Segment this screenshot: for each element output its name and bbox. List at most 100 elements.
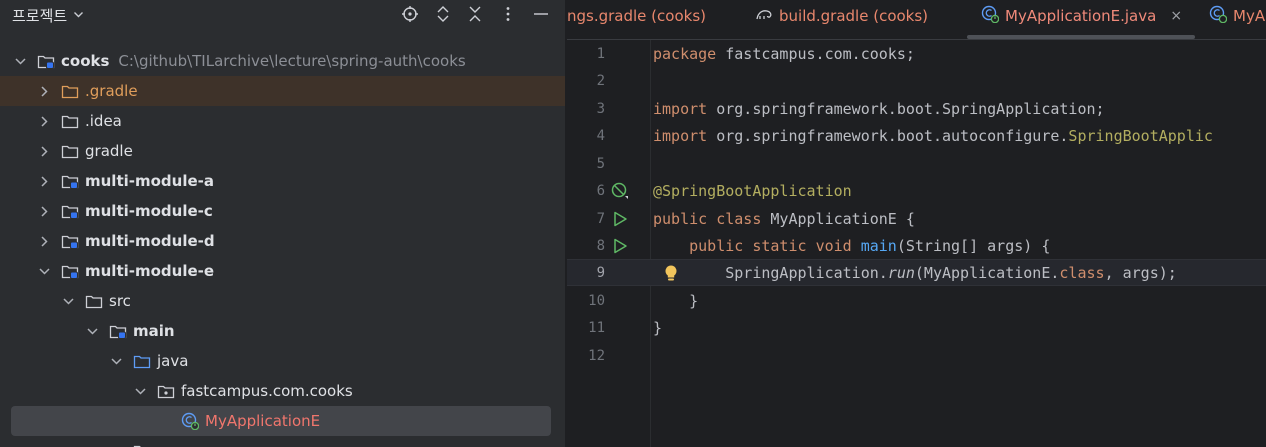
tree-item-src[interactable]: src <box>0 286 565 316</box>
code-line: 6 @SpringBootApplication <box>567 177 1266 204</box>
tree-item-label: java <box>157 352 189 370</box>
tree-item-myapplicatione[interactable]: MyApplicationE <box>11 406 551 436</box>
module-folder-icon <box>37 52 55 70</box>
tree-item-multi-module-e[interactable]: multi-module-e <box>0 256 565 286</box>
tree-item-multi-module-c[interactable]: multi-module-c <box>0 196 565 226</box>
tab-label: MyA <box>1233 7 1266 25</box>
tree-item-multi-module-d[interactable]: multi-module-d <box>0 226 565 256</box>
line-number: 10 <box>588 292 605 309</box>
expand-all-icon[interactable] <box>432 3 454 25</box>
tab-label: build.gradle (cooks) <box>779 7 929 25</box>
code-line: 7 public class MyApplicationE { <box>567 205 1266 232</box>
code-line: 2 <box>567 67 1266 94</box>
tree-item-cooks[interactable]: cooks C:\github\TILarchive\lecture\spring… <box>0 46 565 76</box>
spring-class-icon <box>981 5 1000 27</box>
tree-item-label: src <box>109 292 131 310</box>
code-line: 4 import org.springframework.boot.autoco… <box>567 122 1266 149</box>
collapse-all-icon[interactable] <box>464 3 486 25</box>
tree-item-label: multi-module-d <box>85 232 215 250</box>
chevron-right-icon[interactable] <box>37 84 51 98</box>
tree-item-label: gradle <box>85 142 133 160</box>
chevron-right-icon[interactable] <box>37 204 51 218</box>
excluded-folder-icon <box>61 82 79 100</box>
code-line-current: 9 SpringApplication.run(MyApplicationE.c… <box>567 259 1266 286</box>
tree-item-package[interactable]: fastcampus.com.cooks <box>0 376 565 406</box>
chevron-right-icon[interactable] <box>37 174 51 188</box>
code-text: } <box>653 291 699 310</box>
tree-item-label: fastcampus.com.cooks <box>181 382 353 400</box>
line-number: 4 <box>596 127 605 144</box>
chevron-down-icon[interactable] <box>13 54 27 68</box>
chevron-right-icon[interactable] <box>37 114 51 128</box>
tree-item-partial <box>0 436 565 447</box>
code-text: package fastcampus.com.cooks; <box>653 44 915 63</box>
project-panel-title: 프로젝트 <box>12 7 68 25</box>
code-editor: ngs.gradle (cooks) build.gradle (cooks) … <box>567 0 1266 447</box>
tab-build-gradle[interactable]: build.gradle (cooks) <box>755 0 928 32</box>
tree-item-main[interactable]: main <box>0 316 565 346</box>
tree-item-idea[interactable]: .idea <box>0 106 565 136</box>
chevron-right-icon[interactable] <box>37 234 51 248</box>
line-number: 7 <box>596 210 605 227</box>
tab-label: MyApplicationE.java <box>1005 7 1157 25</box>
code-text: @SpringBootApplication <box>653 181 852 200</box>
module-folder-icon <box>61 232 79 250</box>
code-line: 11 } <box>567 314 1266 341</box>
line-number: 1 <box>596 45 605 62</box>
line-number: 2 <box>596 72 605 89</box>
line-number: 8 <box>596 237 605 254</box>
more-options-icon[interactable] <box>497 3 519 25</box>
line-number: 5 <box>596 155 605 172</box>
close-icon[interactable]: × <box>1170 8 1182 24</box>
active-tab-indicator <box>967 35 1195 39</box>
tree-item-multi-module-a[interactable]: multi-module-a <box>0 166 565 196</box>
tree-item-gradle-cache[interactable]: .gradle <box>0 76 565 106</box>
locate-file-icon[interactable] <box>399 3 421 25</box>
module-folder-icon <box>109 322 127 340</box>
gradle-icon <box>755 5 773 27</box>
minimize-icon[interactable] <box>530 3 552 25</box>
tree-item-java[interactable]: java <box>0 346 565 376</box>
code-text: public static void main(String[] args) { <box>689 236 1051 255</box>
tab-myapplicatione-java[interactable]: MyApplicationE.java × <box>981 0 1182 32</box>
code-line: 1 package fastcampus.com.cooks; <box>567 40 1266 67</box>
module-folder-icon <box>61 262 79 280</box>
code-text: import org.springframework.boot.SpringAp… <box>653 99 1105 118</box>
chevron-down-icon[interactable] <box>133 384 147 398</box>
run-icon[interactable] <box>611 210 629 228</box>
tree-item-label: main <box>133 322 175 340</box>
tab-settings-gradle[interactable]: ngs.gradle (cooks) <box>567 0 706 32</box>
tree-item-gradle[interactable]: gradle <box>0 136 565 166</box>
source-folder-icon <box>133 352 151 370</box>
project-view-selector[interactable]: 프로젝트 <box>12 5 84 26</box>
tab-label: ngs.gradle (cooks) <box>567 7 706 25</box>
path-hint: C:\github\TILarchive\lecture\spring-auth… <box>118 52 466 70</box>
tab-mya-partial[interactable]: MyA <box>1209 0 1265 32</box>
tree-item-label: .idea <box>85 112 122 130</box>
module-folder-icon <box>61 202 79 220</box>
line-number: 3 <box>596 100 605 117</box>
editor-tab-bar: ngs.gradle (cooks) build.gradle (cooks) … <box>567 0 1266 40</box>
package-icon <box>157 382 175 400</box>
code-line: 3 import org.springframework.boot.Spring… <box>567 95 1266 122</box>
chevron-down-icon <box>73 9 84 23</box>
spring-class-icon <box>181 412 199 430</box>
chevron-down-icon[interactable] <box>109 354 123 368</box>
folder-icon <box>61 112 79 130</box>
project-panel-header: 프로젝트 <box>0 0 565 30</box>
tree-item-label: multi-module-e <box>85 262 215 280</box>
code-line: 5 <box>567 150 1266 177</box>
tree-item-label: multi-module-a <box>85 172 215 190</box>
tree-item-label: MyApplicationE <box>205 412 321 430</box>
run-icon[interactable] <box>611 237 629 255</box>
chevron-down-icon[interactable] <box>85 324 99 338</box>
project-tool-window: 프로젝트 cooks C:\github\TILarchive\lecture\s… <box>0 0 566 447</box>
spring-class-icon <box>1209 5 1228 27</box>
chevron-down-icon[interactable] <box>61 294 75 308</box>
tree-item-label: multi-module-c <box>85 202 213 220</box>
spring-bean-gutter-icon[interactable] <box>611 182 629 200</box>
tree-item-label: .gradle <box>85 82 138 100</box>
module-folder-icon <box>61 172 79 190</box>
chevron-right-icon[interactable] <box>37 144 51 158</box>
chevron-down-icon[interactable] <box>37 264 51 278</box>
